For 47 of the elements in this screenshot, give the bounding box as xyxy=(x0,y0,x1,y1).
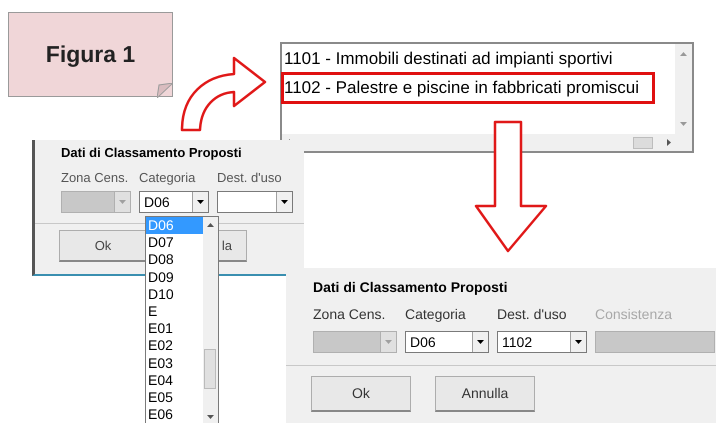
scrollbar-thumb[interactable] xyxy=(633,136,653,148)
dropdown-option[interactable]: E04 xyxy=(146,372,203,389)
dropdown-option[interactable]: E xyxy=(146,302,203,320)
dropdown-option[interactable]: E05 xyxy=(146,388,203,406)
section-title: Dati di Classamento Proposti xyxy=(61,144,243,162)
field-label: Categoria xyxy=(405,305,467,324)
dialog-button[interactable]: Annulla xyxy=(435,376,535,412)
dialog-button[interactable]: Ok xyxy=(311,376,411,412)
field-label: Zona Cens. xyxy=(313,305,386,324)
right-arrow-icon xyxy=(667,139,671,146)
dropdown-field[interactable]: D06 xyxy=(139,191,209,213)
down-arrow-icon xyxy=(207,415,214,419)
field-label: Categoria xyxy=(139,168,196,187)
field-label: Zona Cens. xyxy=(61,168,130,186)
vertical-scrollbar[interactable] xyxy=(675,44,692,151)
caret-icon xyxy=(575,340,582,344)
dropdown-option[interactable]: E02 xyxy=(146,337,203,354)
dropdown-option[interactable]: D10 xyxy=(146,286,203,303)
caret-icon xyxy=(281,200,288,204)
dialog-button[interactable]: Ok xyxy=(59,230,147,262)
down-arrow-icon xyxy=(680,122,687,126)
list-box[interactable]: 1101 - Immobili destinati ad impianti sportivi 1102 - Palestre e piscine in fabbricati promiscui xyxy=(280,42,694,153)
caret-icon xyxy=(477,340,484,344)
section-title: Dati di Classamento Proposti xyxy=(313,278,508,297)
field-label: Dest. d'uso xyxy=(497,305,568,324)
caret-icon xyxy=(385,340,392,344)
up-arrow-icon xyxy=(680,52,687,56)
dropdown-list[interactable]: D06 D07 D08 D09 D10 E E01 E02 E03 E04 E05 E06 xyxy=(145,216,219,423)
dropdown-option[interactable]: D08 xyxy=(146,251,203,269)
field-label: Dest. d'uso xyxy=(217,168,283,186)
up-arrow-icon xyxy=(207,223,214,227)
vertical-scrollbar[interactable] xyxy=(203,217,218,423)
caret-icon xyxy=(197,200,204,204)
dropdown-field[interactable]: 1102 xyxy=(497,331,587,353)
field-label: Consistenza xyxy=(595,305,674,324)
dropdown-field[interactable] xyxy=(217,191,293,213)
scrollbar-thumb[interactable] xyxy=(204,349,216,389)
figure-label: Figura 1 xyxy=(46,40,136,70)
dropdown-option[interactable]: E01 xyxy=(146,320,203,338)
list-item[interactable]: 1102 - Palestre e piscine in fabbricati promiscui xyxy=(281,72,655,104)
dropdown-option[interactable]: E06 xyxy=(146,406,203,423)
list-item[interactable]: 1101 - Immobili destinati ad impianti sportivi xyxy=(281,46,655,72)
dropdown-field[interactable]: D06 xyxy=(405,331,489,353)
caret-icon xyxy=(119,200,126,204)
dropdown-option[interactable]: D07 xyxy=(146,234,203,252)
dropdown-option[interactable]: D09 xyxy=(146,268,203,286)
dropdown-option[interactable]: E03 xyxy=(146,354,203,372)
